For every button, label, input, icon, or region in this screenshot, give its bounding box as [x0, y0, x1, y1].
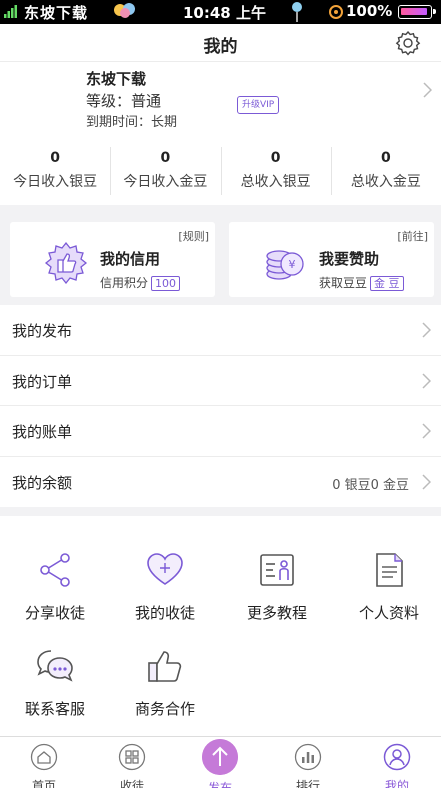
- upgrade-vip-button[interactable]: 升级VIP: [237, 96, 280, 114]
- location-pin-icon: [292, 2, 302, 22]
- alarm-icon: [329, 5, 343, 19]
- credit-score-value: 100: [151, 276, 181, 291]
- tab-label: 我的: [384, 779, 409, 788]
- tab-publish[interactable]: 发布: [176, 737, 264, 788]
- gold-bean-tag: 金 豆: [370, 276, 404, 291]
- chevron-right-icon: [422, 423, 431, 439]
- list-item-my-orders[interactable]: 我的订单: [0, 356, 441, 406]
- list-item-my-balance[interactable]: 我的余额 0 银豆0 金豆: [0, 457, 441, 508]
- bar-chart-icon: [294, 743, 322, 771]
- user-icon: [383, 743, 411, 771]
- stat-today-gold: 0 今日收入金豆: [110, 137, 220, 205]
- stat-value: 0: [160, 150, 171, 166]
- menu-list: 我的发布 我的订单 我的账单 我的余额 0 银豆0 金豆: [0, 305, 441, 507]
- credit-score-row: 信用积分 100: [100, 274, 181, 291]
- grid-item-share[interactable]: 分享收徒: [0, 550, 110, 623]
- user-name: 东坡下载: [86, 70, 147, 88]
- share-icon: [40, 553, 70, 587]
- grid-item-label: 商务合作: [134, 700, 195, 718]
- coins-icon: ¥: [266, 250, 304, 280]
- tab-label: 发布: [207, 781, 232, 788]
- chat-bubbles-icon: [37, 650, 73, 682]
- sponsor-title: 我要赞助: [319, 250, 380, 268]
- document-icon: [376, 553, 403, 587]
- top-bar: 我的: [0, 24, 441, 62]
- grid-item-my-apprentices[interactable]: 我的收徒: [110, 550, 220, 623]
- grid-item-label: 个人资料: [358, 604, 419, 622]
- earnings-stats: 0 今日收入银豆 0 今日收入金豆 0 总收入银豆 0 总收入金豆: [0, 137, 441, 205]
- list-item-my-bills[interactable]: 我的账单: [0, 406, 441, 457]
- stat-label: 总收入金豆: [350, 174, 421, 190]
- stat-value: 0: [50, 150, 60, 166]
- grid-item-tutorials[interactable]: 更多教程: [222, 550, 332, 623]
- upload-arrow-icon: [202, 739, 238, 775]
- tab-label: 收徒: [119, 779, 144, 788]
- credit-title: 我的信用: [100, 250, 161, 268]
- stat-total-gold: 0 总收入金豆: [330, 137, 441, 205]
- credit-score-label: 信用积分: [100, 276, 149, 290]
- sponsor-sub-label: 获取豆豆: [319, 276, 368, 290]
- list-item-my-posts[interactable]: 我的发布: [0, 305, 441, 356]
- feature-cards: [规则] 我的信用 信用积分 100 [前往] ¥ 我要赞助 获取豆豆金 豆: [0, 215, 441, 303]
- thumbs-up-badge-icon: [44, 241, 88, 284]
- heart-plus-icon: [147, 553, 183, 585]
- thumbs-up-icon: [148, 651, 182, 682]
- stat-label: 今日收入金豆: [123, 174, 208, 190]
- tab-label: 首页: [31, 779, 56, 788]
- signal-icon: [4, 5, 17, 18]
- grid-item-profile[interactable]: 个人资料: [334, 550, 441, 623]
- tab-ranking[interactable]: 排行: [264, 737, 352, 788]
- carrier-name: 东坡下载: [24, 4, 89, 22]
- stat-label: 总收入银豆: [240, 174, 311, 190]
- status-bar: 东坡下载 10:48 上午 100%: [0, 0, 441, 24]
- sponsor-card[interactable]: [前往] ¥ 我要赞助 获取豆豆金 豆: [229, 222, 434, 297]
- gear-icon[interactable]: [395, 30, 421, 56]
- stat-label: 今日收入银豆: [13, 174, 98, 190]
- list-item-label: 我的余额: [12, 473, 73, 492]
- grid-item-label: 更多教程: [246, 604, 307, 622]
- grid-item-business[interactable]: 商务合作: [110, 646, 220, 719]
- profile-section[interactable]: 东坡下载 等级：普通 到期时间：长期 升级VIP: [0, 62, 441, 137]
- go-link[interactable]: [前往]: [397, 228, 428, 244]
- chevron-right-icon: [423, 82, 432, 98]
- battery-icon: [398, 5, 436, 19]
- tools-grid: 分享收徒 我的收徒 更多教程 个人资料 联系客服 商务合作: [0, 516, 441, 736]
- stat-value: 0: [270, 150, 281, 166]
- chevron-right-icon: [422, 372, 431, 389]
- battery-percent: 100%: [346, 2, 393, 20]
- tab-mine[interactable]: 我的: [353, 737, 441, 788]
- grid-item-label: 联系客服: [24, 700, 85, 718]
- clock: 10:48 上午: [183, 4, 266, 22]
- home-icon: [30, 743, 58, 771]
- expire-time: 到期时间：长期: [86, 115, 178, 130]
- tab-home[interactable]: 首页: [0, 737, 88, 788]
- tutorial-icon: [260, 554, 294, 586]
- chevron-right-icon: [422, 322, 431, 338]
- stat-value: 0: [381, 150, 391, 166]
- stat-total-silver: 0 总收入银豆: [220, 137, 331, 205]
- balloon-icon: [114, 3, 135, 18]
- list-item-label: 我的订单: [12, 372, 73, 391]
- tab-apprentice[interactable]: 收徒: [88, 737, 176, 788]
- rules-link[interactable]: [规则]: [178, 228, 209, 244]
- page-title: 我的: [203, 37, 238, 57]
- balance-value: 0 银豆0 金豆: [332, 477, 409, 493]
- bottom-tab-bar: 首页 收徒 发布 排行 我的: [0, 736, 441, 788]
- grid-item-label: 我的收徒: [134, 604, 195, 622]
- chevron-right-icon: [422, 473, 431, 490]
- tab-label: 排行: [295, 779, 320, 788]
- stat-today-silver: 0 今日收入银豆: [0, 137, 110, 205]
- apprentice-icon: [118, 743, 146, 771]
- credit-card[interactable]: [规则] 我的信用 信用积分 100: [10, 222, 215, 297]
- user-level: 等级：普通: [86, 92, 162, 110]
- grid-item-support[interactable]: 联系客服: [0, 646, 110, 719]
- list-item-label: 我的发布: [12, 322, 73, 340]
- list-item-label: 我的账单: [12, 423, 73, 441]
- grid-item-label: 分享收徒: [24, 604, 85, 622]
- svg-text:¥: ¥: [289, 258, 296, 271]
- sponsor-sub-row: 获取豆豆金 豆: [319, 274, 404, 291]
